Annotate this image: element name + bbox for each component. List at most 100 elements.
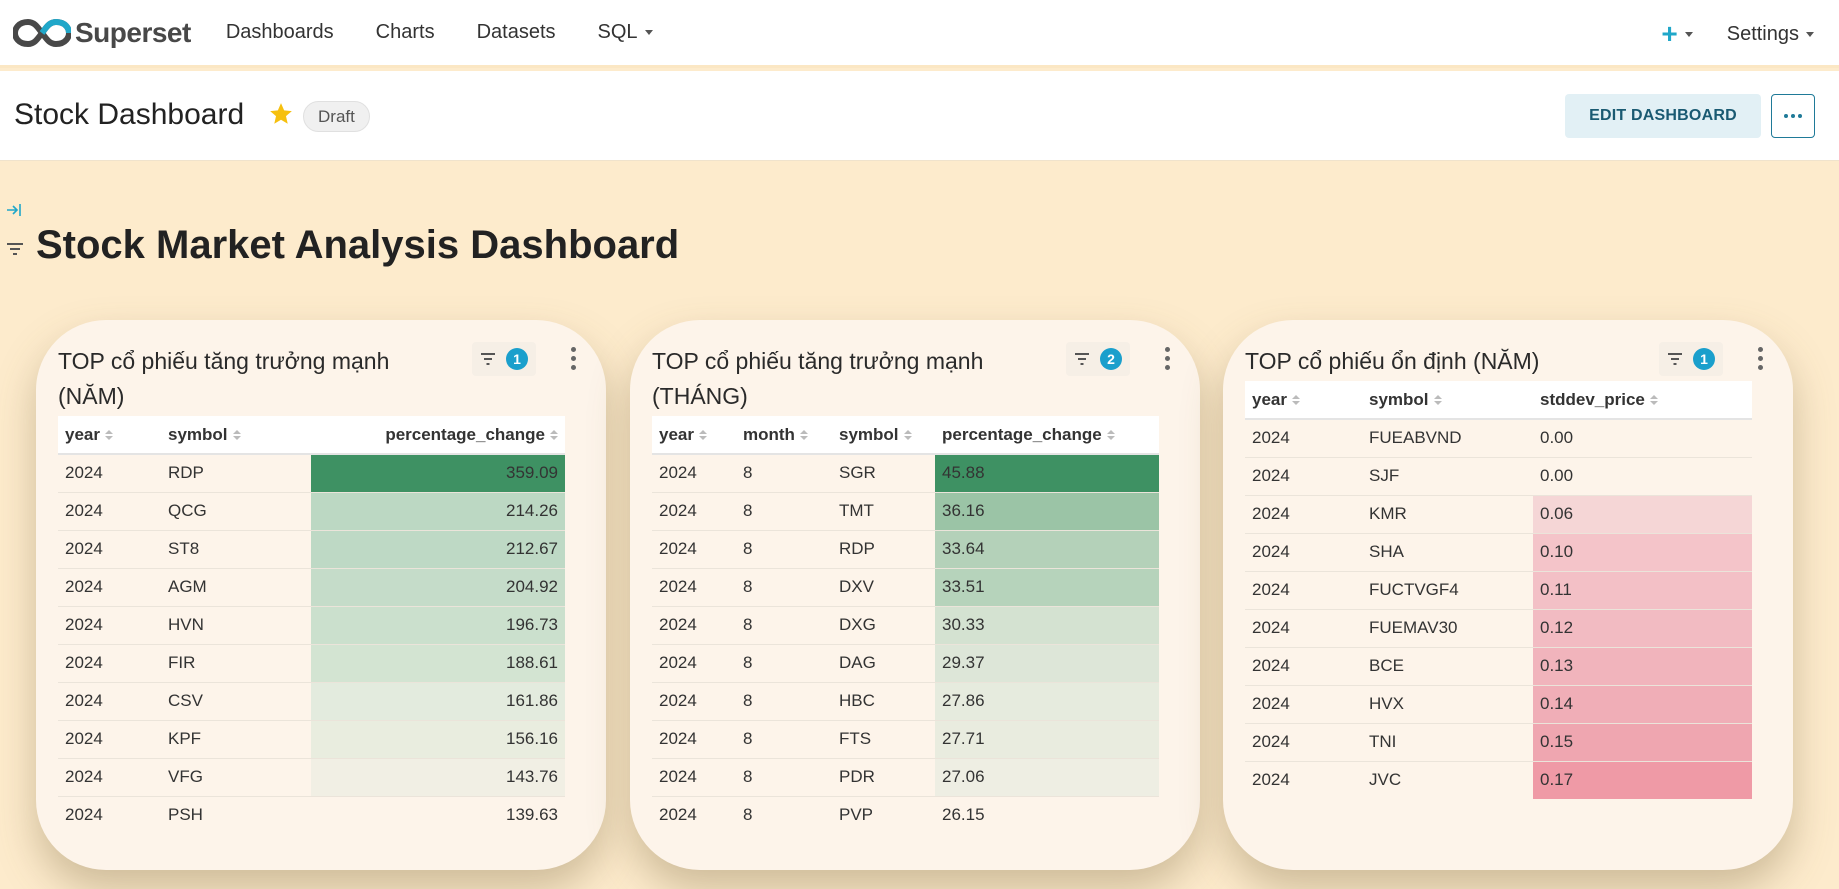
table-cell: 2024	[652, 606, 736, 645]
table-cell: 36.16	[935, 492, 1159, 531]
table-cell: 2024	[58, 682, 161, 721]
table-cell: HVX	[1362, 685, 1533, 724]
table-cell: 2024	[58, 720, 161, 759]
table-cell: 27.71	[935, 720, 1159, 759]
table-cell: DXV	[832, 568, 935, 607]
data-table: year symbol stddev_price 2024 FUEABVND 0.0…	[1245, 381, 1752, 799]
column-header[interactable]: month	[736, 416, 832, 455]
status-badge[interactable]: Draft	[303, 101, 370, 132]
nav-charts[interactable]: Charts	[376, 21, 435, 44]
table-cell: 2024	[58, 530, 161, 569]
column-header[interactable]: percentage_change	[311, 416, 565, 455]
expand-filters-icon[interactable]	[6, 202, 22, 218]
table-cell: 2024	[1245, 685, 1362, 724]
column-label: year	[1252, 389, 1287, 409]
table-cell: 2024	[1245, 647, 1362, 686]
column-header[interactable]: year	[1245, 381, 1362, 420]
table-cell: 2024	[58, 568, 161, 607]
table-row: 2024 FUEABVND 0.00	[1245, 419, 1752, 458]
applied-filters-indicator[interactable]: 1	[472, 342, 536, 376]
chart-card-growth-year: TOP cổ phiếu tăng trưởng mạnh (NĂM) 1 ye…	[36, 320, 606, 870]
more-options-button[interactable]	[1771, 94, 1815, 138]
nav-datasets[interactable]: Datasets	[477, 21, 556, 44]
sort-icon	[550, 430, 558, 441]
table-cell: 2024	[1245, 495, 1362, 534]
column-header[interactable]: symbol	[1362, 381, 1533, 420]
filter-icon	[1075, 353, 1089, 365]
table-row: 2024 FUEMAV30 0.12	[1245, 609, 1752, 648]
table-cell: 0.00	[1533, 419, 1752, 458]
table-cell: 2024	[58, 492, 161, 531]
column-header[interactable]: percentage_change	[935, 416, 1159, 455]
table-cell: 2024	[1252, 770, 1290, 790]
column-header[interactable]: symbol	[832, 416, 935, 455]
column-label: symbol	[168, 424, 228, 444]
column-header[interactable]: year	[652, 416, 736, 455]
table-cell: FUEABVND	[1362, 419, 1533, 458]
table-row: 2024 TNI 0.15	[1245, 723, 1752, 762]
sort-icon	[903, 430, 912, 441]
settings-menu[interactable]: Settings	[1727, 23, 1814, 46]
table-cell: KPF	[161, 720, 311, 759]
table-cell: 8	[736, 720, 832, 759]
plus-icon: +	[1661, 18, 1678, 49]
table-cell: 0.14	[1533, 685, 1752, 724]
data-table: year symbol percentage_change 2024 RDP 359…	[58, 416, 565, 834]
nav-dashboards[interactable]: Dashboards	[226, 21, 334, 44]
table-row: 2024 8 PVP 26.15	[652, 796, 1159, 834]
table-row: 2024 JVC 0.17	[1245, 761, 1752, 799]
chart-menu-icon[interactable]	[1758, 347, 1764, 374]
dashboard-heading: Stock Market Analysis Dashboard	[36, 223, 680, 267]
table-cell: TMT	[832, 492, 935, 531]
table-cell: 8	[736, 530, 832, 569]
table-row: 2024 8 HBC 27.86	[652, 682, 1159, 721]
table-cell: 212.67	[311, 530, 565, 569]
table-row: 2024 8 FTS 27.71	[652, 720, 1159, 759]
table-row: 2024 KMR 0.06	[1245, 495, 1752, 534]
table-cell: DXG	[832, 606, 935, 645]
table-cell: 29.37	[935, 644, 1159, 683]
chart-title: TOP cổ phiếu tăng trưởng mạnh (THÁNG)	[652, 344, 983, 414]
table-cell: 26.15	[942, 805, 985, 825]
applied-filters-indicator[interactable]: 2	[1066, 342, 1130, 376]
table-cell: 2024	[652, 682, 736, 721]
table-cell: 2024	[58, 644, 161, 683]
chevron-down-icon	[1684, 31, 1693, 37]
superset-logo[interactable]: Superset	[13, 17, 191, 49]
dashboard-name[interactable]: Stock Dashboard	[14, 98, 244, 132]
add-new-button[interactable]: +	[1661, 18, 1693, 49]
table-cell: 2024	[58, 606, 161, 645]
table-cell: 196.73	[311, 606, 565, 645]
column-header[interactable]: year	[58, 416, 161, 455]
nav-sql[interactable]: SQL	[598, 21, 653, 44]
table-cell: 156.16	[311, 720, 565, 759]
table-cell: 2024	[659, 805, 697, 825]
applied-filters-indicator[interactable]: 1	[1659, 342, 1723, 376]
table-cell: 33.51	[935, 568, 1159, 607]
table-cell: 2024	[58, 758, 161, 797]
table-cell: PVP	[839, 805, 874, 825]
edit-dashboard-button[interactable]: EDIT DASHBOARD	[1565, 94, 1761, 138]
data-table: year month symbol percentage_change 2024…	[652, 416, 1159, 834]
table-row: 2024 KPF 156.16	[58, 720, 565, 759]
table-cell: 2024	[58, 454, 161, 493]
table-cell: 2024	[1245, 533, 1362, 572]
table-cell: 2024	[652, 644, 736, 683]
chevron-down-icon	[1806, 31, 1814, 37]
table-cell: 2024	[1245, 571, 1362, 610]
chart-menu-icon[interactable]	[1165, 347, 1171, 374]
column-header[interactable]: symbol	[161, 416, 311, 455]
superset-logo-icon	[13, 18, 71, 47]
column-header[interactable]: stddev_price	[1533, 381, 1752, 420]
top-navbar: Superset Dashboards Charts Datasets SQL …	[0, 0, 1839, 68]
table-row: 2024 HVX 0.14	[1245, 685, 1752, 724]
chart-title-line: (THÁNG)	[652, 383, 748, 409]
filter-icon[interactable]	[6, 241, 24, 257]
sort-icon	[1291, 395, 1300, 406]
favorite-star-icon[interactable]	[268, 101, 294, 127]
sort-icon	[1433, 395, 1442, 406]
column-label: symbol	[1369, 389, 1429, 409]
filter-count-badge: 1	[506, 348, 528, 370]
chart-menu-icon[interactable]	[571, 347, 577, 374]
sort-icon	[698, 430, 707, 441]
